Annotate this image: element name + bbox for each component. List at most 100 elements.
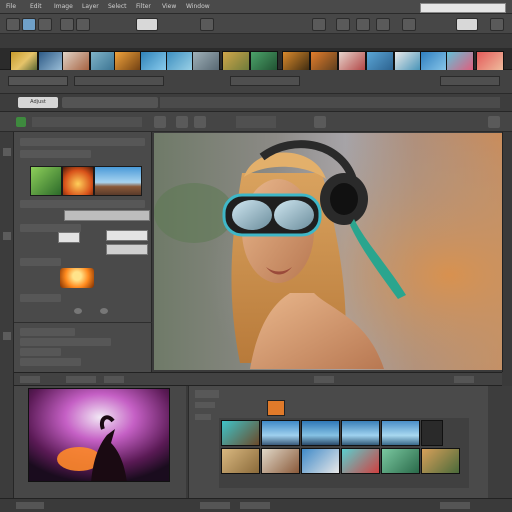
preset-select[interactable]: [8, 76, 68, 86]
menu-edit[interactable]: Edit: [30, 3, 42, 10]
thumbnail[interactable]: [94, 166, 142, 196]
viewer-scrollbar[interactable]: [502, 132, 512, 372]
panel-title-field: [32, 117, 142, 127]
menu-file[interactable]: File: [6, 3, 16, 10]
close-icon[interactable]: [490, 18, 504, 31]
option-field[interactable]: [236, 116, 276, 128]
folder-icon[interactable]: [267, 400, 285, 416]
tab-inactive[interactable]: [62, 97, 158, 108]
thumbnail[interactable]: [261, 448, 300, 474]
thumbnail[interactable]: [301, 448, 340, 474]
settings-icon[interactable]: [154, 116, 166, 128]
color-swatch[interactable]: [60, 268, 94, 288]
text-icon[interactable]: [200, 18, 214, 31]
panel-row: [20, 348, 61, 356]
thumbnail[interactable]: [381, 448, 420, 474]
folder-icon[interactable]: [6, 18, 20, 31]
value-field[interactable]: [106, 230, 148, 241]
status-bar: [0, 498, 512, 512]
thumbnail[interactable]: [221, 420, 260, 446]
menu-view[interactable]: View: [162, 3, 176, 10]
lock-icon[interactable]: [421, 420, 443, 446]
preview-image[interactable]: [28, 388, 170, 482]
option-field[interactable]: [230, 76, 300, 86]
status-button[interactable]: [440, 502, 470, 509]
crop-icon[interactable]: [38, 18, 52, 31]
green-indicator-icon: [16, 117, 26, 127]
status-button[interactable]: [240, 502, 270, 509]
thumbnail[interactable]: [421, 448, 460, 474]
panel-row: [195, 402, 215, 408]
grid-icon[interactable]: [356, 18, 370, 31]
toolbar: [0, 14, 512, 34]
search-input[interactable]: [420, 3, 506, 13]
panel-row: [20, 138, 145, 146]
camera-icon[interactable]: [376, 18, 390, 31]
tool-icon[interactable]: [3, 332, 11, 340]
crop-icon[interactable]: [176, 116, 188, 128]
thumbnail[interactable]: [341, 448, 380, 474]
export-icon[interactable]: [402, 18, 416, 31]
bottom-button[interactable]: [66, 376, 96, 383]
thumbnail[interactable]: [30, 166, 62, 196]
bottom-button[interactable]: [314, 376, 334, 383]
panel-row: [20, 258, 61, 266]
filmstrip-header: [0, 34, 512, 48]
settings-icon[interactable]: [312, 18, 326, 31]
value-field[interactable]: [106, 244, 148, 255]
zoom-field[interactable]: [136, 18, 158, 31]
panel-row: [20, 224, 81, 232]
thumbnail-grid: [219, 418, 469, 488]
panel-row: [20, 328, 75, 336]
value-field[interactable]: [58, 232, 80, 243]
tool-icon[interactable]: [3, 148, 11, 156]
library-panel: [188, 386, 488, 498]
adjustments-panel: [14, 132, 152, 372]
thumbnail[interactable]: [221, 448, 260, 474]
photo-canvas: [154, 133, 502, 370]
panel-header-bar: [0, 112, 512, 132]
preview-canvas: [29, 389, 169, 481]
thumbnail[interactable]: [301, 420, 340, 446]
menu-filter[interactable]: Filter: [136, 3, 151, 10]
bottom-button[interactable]: [20, 376, 40, 383]
brush-icon[interactable]: [60, 18, 74, 31]
bottom-button[interactable]: [454, 376, 474, 383]
bottom-toolbar: [14, 372, 502, 386]
status-button[interactable]: [16, 502, 44, 509]
layers-icon[interactable]: [336, 18, 350, 31]
menu-select[interactable]: Select: [108, 3, 127, 10]
menu-image[interactable]: Image: [54, 3, 73, 10]
thumbnail[interactable]: [261, 420, 300, 446]
grid-scrollbar[interactable]: [488, 386, 512, 498]
divider: [14, 322, 152, 323]
eye-icon[interactable]: [100, 308, 108, 314]
copy-icon[interactable]: [22, 18, 36, 31]
expand-icon[interactable]: [488, 116, 500, 128]
options-bar: [0, 70, 512, 94]
image-viewer[interactable]: [154, 133, 502, 370]
menu-layer[interactable]: Layer: [82, 3, 99, 10]
option-field[interactable]: [74, 76, 164, 86]
eraser-icon[interactable]: [76, 18, 90, 31]
bottom-button[interactable]: [104, 376, 124, 383]
menu-window[interactable]: Window: [186, 3, 210, 10]
panel-row: [20, 150, 91, 158]
tab-bar: Adjust: [0, 94, 512, 112]
thumbnail[interactable]: [62, 166, 94, 196]
info-icon[interactable]: [314, 116, 326, 128]
left-toolstrip: [0, 132, 14, 512]
tab-track: [160, 97, 500, 108]
eye-icon[interactable]: [74, 308, 82, 314]
thumbnail[interactable]: [381, 420, 420, 446]
rotate-icon[interactable]: [194, 116, 206, 128]
option-field[interactable]: [440, 76, 500, 86]
panel-row: [20, 338, 111, 346]
panel-row: [20, 294, 61, 302]
slider-track[interactable]: [64, 210, 150, 221]
thumbnail[interactable]: [341, 420, 380, 446]
status-button[interactable]: [200, 502, 230, 509]
tool-icon[interactable]: [3, 232, 11, 240]
tab-adjust[interactable]: Adjust: [18, 97, 58, 108]
toggle-button[interactable]: [456, 18, 478, 31]
